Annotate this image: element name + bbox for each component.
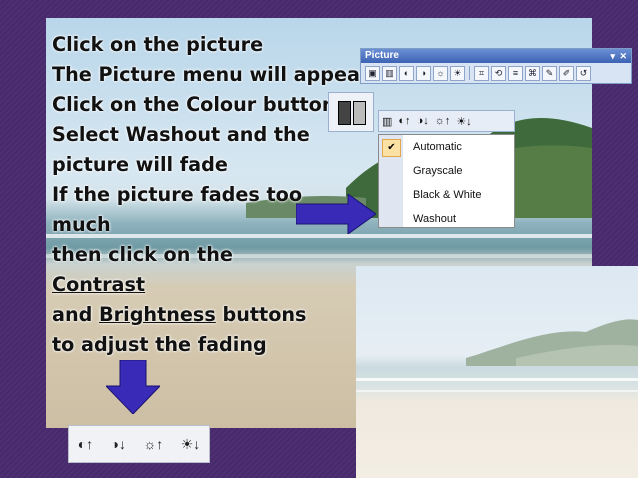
less-contrast-icon[interactable]: ◑↓ [111, 436, 126, 452]
more-brightness-icon[interactable]: ☼↑ [143, 436, 163, 452]
color-icon[interactable]: ▥ [382, 115, 392, 128]
color-dropdown[interactable]: ▥ ◐↑ ◑↓ ☼↑ ☀↓ ✔ Automatic Grayscale Blac… [378, 110, 515, 228]
more-contrast-icon[interactable]: ◐↑ [398, 115, 410, 127]
color-menu-toolbar: ▥ ◐↑ ◑↓ ☼↑ ☀↓ [378, 110, 515, 132]
toolbar-buttons: ▣ ▥ ◐ ◑ ☼ ☀ ⌗ ⟲ ≡ ⌘ ✎ ✐ ↺ [361, 63, 631, 83]
toolbar-options-icon[interactable]: ▾ [610, 49, 615, 63]
more-contrast-icon[interactable]: ◐↑ [78, 436, 93, 452]
faded-hills-illustration [356, 319, 638, 392]
toolbar-title: Picture [365, 50, 399, 61]
less-brightness-icon[interactable]: ☀ [450, 65, 465, 81]
toolbar-separator [469, 66, 470, 80]
color-square-light [353, 101, 366, 125]
toolbar-title-bar[interactable]: Picture ▾ ✕ [361, 49, 631, 63]
less-brightness-icon[interactable]: ☀↓ [456, 115, 471, 128]
arrow-right-icon [296, 194, 376, 234]
brightness-word: Brightness [99, 303, 216, 326]
insert-picture-icon[interactable]: ▣ [365, 65, 380, 81]
transparent-color-icon[interactable]: ✐ [559, 65, 574, 81]
less-contrast-icon[interactable]: ◑ [416, 65, 431, 81]
picture-toolbar[interactable]: Picture ▾ ✕ ▣ ▥ ◐ ◑ ☼ ☀ ⌗ ⟲ ≡ ⌘ ✎ ✐ ↺ [360, 48, 632, 84]
more-brightness-icon[interactable]: ☼↑ [435, 115, 451, 127]
menu-item-washout[interactable]: Washout [413, 213, 456, 225]
instruction-line: then click on the [52, 243, 233, 266]
instruction-line: to adjust the fading [52, 333, 267, 356]
line-prefix: and [52, 303, 100, 326]
instruction-line: The Picture menu will appear [52, 63, 370, 86]
color-menu-list: ✔ Automatic Grayscale Black & White Wash… [378, 134, 515, 228]
menu-item-grayscale[interactable]: Grayscale [413, 165, 463, 177]
less-contrast-icon[interactable]: ◑↓ [417, 115, 429, 127]
reset-icon[interactable]: ↺ [576, 65, 591, 81]
more-contrast-icon[interactable]: ◐ [399, 65, 414, 81]
instruction-line: and Brightness buttons [52, 300, 352, 330]
line-suffix: buttons [215, 303, 307, 326]
more-brightness-icon[interactable]: ☼ [433, 65, 448, 81]
arrow-down-icon [106, 360, 160, 414]
checkmark-icon: ✔ [382, 139, 401, 157]
color-square-dark [338, 101, 351, 125]
menu-item-automatic[interactable]: Automatic [413, 141, 462, 153]
instruction-line: Click on the picture [52, 33, 264, 56]
line-style-icon[interactable]: ≡ [508, 65, 523, 81]
less-brightness-icon[interactable]: ☀↓ [181, 436, 201, 453]
crop-icon[interactable]: ⌗ [474, 65, 489, 81]
contrast-brightness-buttons: ◐↑ ◑↓ ☼↑ ☀↓ [68, 425, 210, 463]
close-icon[interactable]: ✕ [619, 49, 627, 63]
contrast-word: Contrast [52, 273, 146, 296]
color-icon[interactable]: ▥ [382, 65, 397, 81]
instruction-line: Click on the Colour button [52, 93, 336, 116]
instruction-line: Select Washout and the [52, 123, 310, 146]
format-icon[interactable]: ✎ [542, 65, 557, 81]
compress-icon[interactable]: ⌘ [525, 65, 540, 81]
colour-button-enlarged[interactable] [328, 92, 374, 132]
rotate-icon[interactable]: ⟲ [491, 65, 506, 81]
menu-item-black-white[interactable]: Black & White [413, 189, 481, 201]
instruction-line: picture will fade [52, 153, 228, 176]
faded-photo[interactable] [356, 266, 638, 478]
